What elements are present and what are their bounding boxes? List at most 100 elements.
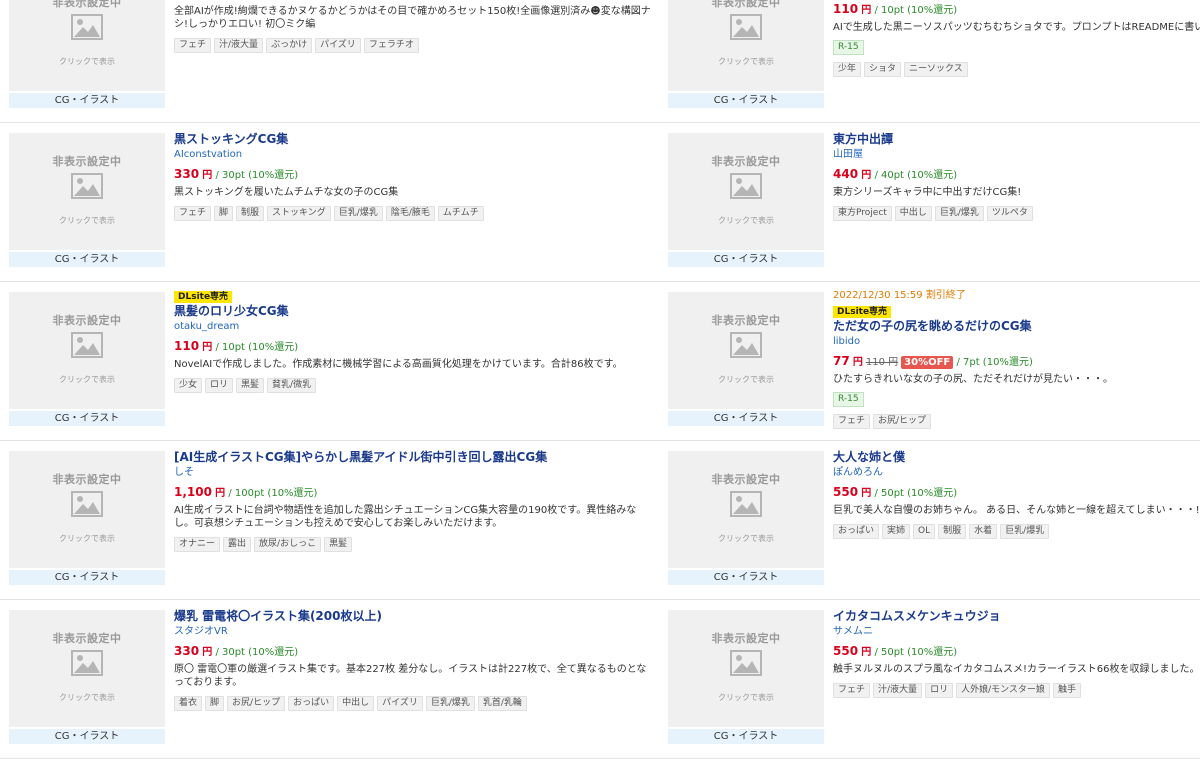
genre-tag[interactable]: 貧乳/微乳 [267, 378, 317, 393]
genre-tag[interactable]: 汁/液大量 [214, 38, 264, 53]
product-title-link[interactable]: 大人な姉と僕 [833, 449, 1200, 465]
hidden-thumbnail[interactable]: 非表示設定中 クリックで表示 [9, 610, 165, 727]
image-placeholder-icon [71, 332, 103, 358]
category-label[interactable]: CG・イラスト [668, 93, 824, 108]
category-label[interactable]: CG・イラスト [9, 729, 165, 744]
genre-tag[interactable]: パイズリ [315, 38, 361, 53]
genre-tag[interactable]: フェチ [833, 683, 871, 698]
hidden-thumbnail[interactable]: 非表示設定中 クリックで表示 [9, 0, 165, 91]
genre-tag[interactable]: 実姉 [882, 524, 911, 539]
genre-tag[interactable]: 露出 [223, 537, 252, 552]
genre-tag[interactable]: お尻/ヒップ [873, 414, 932, 429]
product-card[interactable]: 非表示設定中 クリックで表示 CG・イラスト イカタコムスメケンキュウジョ サメムニ 55… [668, 600, 1200, 758]
genre-tag[interactable]: フェチ [833, 414, 871, 429]
circle-name-link[interactable]: libido [833, 334, 1200, 350]
product-card[interactable]: 非表示設定中 クリックで表示 CG・イラスト 東方中出譚 山田屋 440 円 / 40pt… [668, 123, 1200, 281]
hidden-thumbnail[interactable]: 非表示設定中 クリックで表示 [668, 610, 824, 727]
genre-tag[interactable]: おっぱい [288, 696, 335, 711]
category-label[interactable]: CG・イラスト [668, 252, 824, 267]
genre-tag[interactable]: 黒髪 [236, 378, 265, 393]
genre-tag[interactable]: 陰毛/腋毛 [385, 206, 435, 221]
product-card[interactable]: 非表示設定中 クリックで表示 CG・イラスト DLsite専売 黒髪のロリ少女CG集 ot… [9, 282, 659, 440]
genre-tag[interactable]: 乳首/乳輪 [477, 696, 527, 711]
category-label[interactable]: CG・イラスト [9, 252, 165, 267]
hidden-thumbnail[interactable]: 非表示設定中 クリックで表示 [9, 292, 165, 409]
circle-name-link[interactable]: AIconstvation [174, 147, 654, 163]
hidden-thumbnail[interactable]: 非表示設定中クリックで表示 [668, 451, 824, 568]
genre-tag[interactable]: 汁/液大量 [873, 683, 923, 698]
genre-tag[interactable]: 少年 [833, 62, 862, 77]
genre-tag[interactable]: 制服 [236, 206, 265, 221]
genre-tag[interactable]: オナニー [174, 537, 221, 552]
genre-tag[interactable]: ロリ [925, 683, 954, 698]
genre-tag[interactable]: フェラチオ [363, 38, 419, 53]
hidden-thumbnail[interactable]: 非表示設定中 クリックで表示 [668, 292, 824, 409]
genre-tag[interactable]: 巨乳/爆乳 [425, 696, 475, 711]
hidden-thumbnail[interactable]: 非表示設定中 クリックで表示 [9, 133, 165, 250]
product-title-link[interactable]: イカタコムスメケンキュウジョ [833, 608, 1200, 624]
genre-tag[interactable]: フェチ [174, 206, 212, 221]
category-label[interactable]: CG・イラスト [668, 729, 824, 744]
genre-tag[interactable]: 中出し [337, 696, 375, 711]
genre-tag[interactable]: 制服 [938, 524, 967, 539]
category-label[interactable]: CG・イラスト [9, 570, 165, 585]
genre-tag[interactable]: 中出し [894, 206, 932, 221]
genre-tag[interactable]: お尻/ヒップ [227, 696, 286, 711]
hidden-thumbnail[interactable]: 非表示設定中 クリックで表示 [668, 0, 824, 91]
genre-tag[interactable]: 着衣 [174, 696, 203, 711]
category-label[interactable]: CG・イラスト [9, 93, 165, 108]
genre-tags: 少女 ロリ 黒髪 貧乳/微乳 [174, 374, 654, 393]
click-to-show-label: クリックで表示 [718, 534, 774, 543]
category-label[interactable]: CG・イラスト [668, 411, 824, 426]
genre-tag[interactable]: 脚 [205, 696, 225, 711]
genre-tag[interactable]: 巨乳/爆乳 [333, 206, 383, 221]
genre-tag[interactable]: 放尿/おしっこ [254, 537, 322, 552]
hidden-setting-label: 非表示設定中 [711, 473, 781, 486]
product-card[interactable]: 非表示設定中クリックで表示 CG・イラスト ワークルビール330 円 / 30pt … [9, 0, 659, 122]
genre-tag[interactable]: ショタ [864, 62, 902, 77]
hidden-setting-label: 非表示設定中 [711, 314, 781, 327]
product-title-link[interactable]: 爆乳 雷電将〇イラスト集(200枚以上) [174, 608, 654, 624]
product-title-link[interactable]: [AI生成イラストCG集]やらかし黒髪アイドル街中引き回し露出CG集 [174, 449, 654, 465]
circle-name-link[interactable]: しそ [174, 465, 654, 481]
product-card[interactable]: 非表示設定中 クリックで表示 CG・イラスト 爆乳 雷電将〇イラスト集(200枚以上)… [9, 600, 659, 758]
genre-tag[interactable]: 巨乳/爆乳 [1000, 524, 1050, 539]
genre-tag[interactable]: おっぱい [833, 524, 880, 539]
genre-tag[interactable]: ストッキング [267, 206, 331, 221]
genre-tag[interactable]: 少女 [174, 378, 203, 393]
genre-tag[interactable]: ぶっかけ [266, 38, 313, 53]
category-label[interactable]: CG・イラスト [9, 411, 165, 426]
genre-tag[interactable]: 脚 [214, 206, 234, 221]
category-label[interactable]: CG・イラスト [668, 570, 824, 585]
product-title-link[interactable]: 黒髪のロリ少女CG集 [174, 303, 654, 319]
hidden-thumbnail[interactable]: 非表示設定中 クリックで表示 [9, 451, 165, 568]
circle-name-link[interactable]: ぽんめろん [833, 465, 1200, 481]
circle-name-link[interactable]: 山田屋 [833, 147, 1200, 163]
genre-tag[interactable]: OL [913, 524, 936, 539]
product-title-link[interactable]: ただ女の子の尻を眺めるだけのCG集 [833, 318, 1200, 334]
genre-tag[interactable]: 巨乳/爆乳 [934, 206, 984, 221]
product-card[interactable]: 非表示設定中 クリックで表示 CG・イラスト 大人な姉と僕 ぽんめろん 550 円 / 5… [668, 441, 1200, 599]
product-card[interactable]: 非表示設定中 クリックで表示 CG・イラスト [AI生成イラストCG集]やらかし黒髪ア… [9, 441, 659, 599]
circle-name-link[interactable]: サメムニ [833, 624, 1200, 640]
genre-tag[interactable]: ツルペタ [986, 206, 1033, 221]
product-title-link[interactable]: 東方中出譚 [833, 131, 1200, 147]
product-title-link[interactable]: 黒ストッキングCG集 [174, 131, 654, 147]
product-card[interactable]: 非表示設定中 クリックで表示 CG・イラスト 黒ストッキングCG集 AIconstvat… [9, 123, 659, 281]
circle-name-link[interactable]: otaku_dream [174, 319, 654, 335]
circle-name-link[interactable]: スタジオVR [174, 624, 654, 640]
genre-tag[interactable]: 触手 [1052, 683, 1081, 698]
genre-tag[interactable]: ロリ [205, 378, 234, 393]
hidden-thumbnail[interactable]: 非表示設定中 クリックで表示 [668, 133, 824, 250]
genre-tag[interactable]: 人外娘/モンスター娘 [956, 683, 1050, 698]
genre-tag[interactable]: パイズリ [377, 696, 423, 711]
genre-tag[interactable]: 黒髪 [324, 537, 353, 552]
genre-tag[interactable]: フェチ [174, 38, 212, 53]
genre-tag[interactable]: 東方Project [833, 206, 892, 221]
points-value: / 40pt (10%還元) [874, 170, 958, 181]
genre-tag[interactable]: ムチムチ [437, 206, 484, 221]
product-card[interactable]: 非表示設定中クリックで表示 CG・イラスト 黒ニーソショタCG150枚 AI生成ポー… [668, 0, 1200, 122]
genre-tag[interactable]: ニーソックス [904, 62, 968, 77]
product-card[interactable]: 非表示設定中 クリックで表示 CG・イラスト 2022/12/30 15:59 割引終… [668, 282, 1200, 440]
genre-tag[interactable]: 水着 [969, 524, 998, 539]
